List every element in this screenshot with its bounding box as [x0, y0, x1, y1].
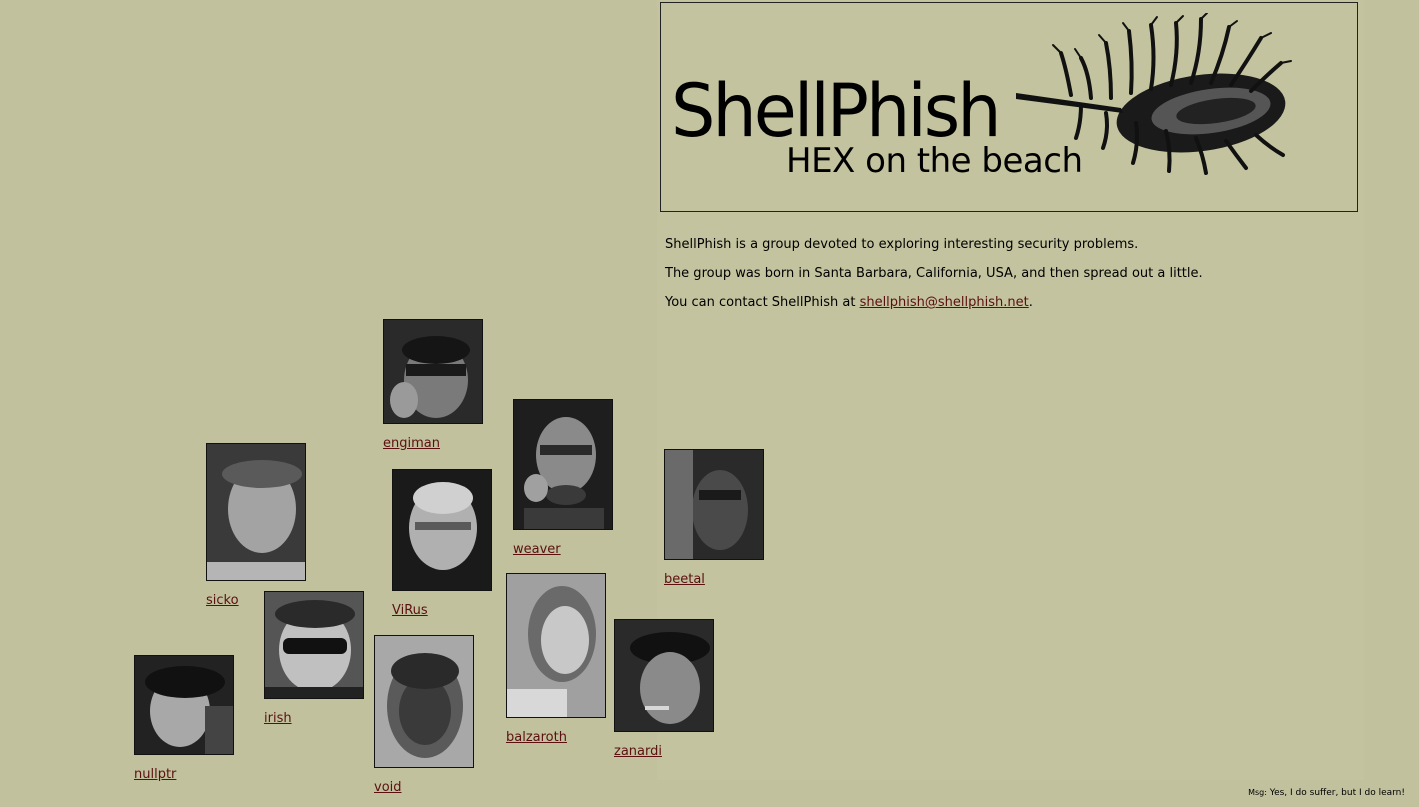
member-photo-weaver[interactable] [513, 399, 613, 530]
footer-message-text: Yes, I do suffer, but I do learn! [1269, 788, 1405, 798]
shell-logo-illustration [1016, 13, 1292, 175]
intro-line-2: The group was born in Santa Barbara, Cal… [665, 266, 1203, 281]
intro-text: ShellPhish is a group devoted to explori… [665, 236, 1203, 323]
member-virus: ViRus [392, 469, 492, 618]
member-link-zanardi[interactable]: zanardi [614, 744, 662, 759]
member-photo-void[interactable] [374, 635, 474, 768]
member-photo-nullptr[interactable] [134, 655, 234, 755]
member-photo-engiman[interactable] [383, 319, 483, 424]
member-balzaroth: balzaroth [506, 573, 606, 745]
member-irish: irish [264, 591, 364, 726]
member-link-nullptr[interactable]: nullptr [134, 767, 176, 782]
intro-line-1: ShellPhish is a group devoted to explori… [665, 237, 1139, 252]
halftone-portrait [135, 656, 233, 754]
member-weaver: weaver [513, 399, 613, 557]
member-link-weaver[interactable]: weaver [513, 542, 561, 557]
intro-contact: You can contact ShellPhish at shellphish… [665, 294, 1203, 311]
halftone-portrait [615, 620, 713, 731]
member-photo-sicko[interactable] [206, 443, 306, 581]
site-banner: ShellPhish HEX on the beach [660, 2, 1358, 212]
contact-email-link[interactable]: shellphish@shellphish.net [860, 295, 1029, 310]
halftone-portrait [514, 400, 612, 529]
footer-message-label: Msg: [1248, 788, 1267, 797]
member-engiman: engiman [383, 319, 483, 451]
member-link-beetal[interactable]: beetal [664, 572, 705, 587]
member-void: void [374, 635, 474, 795]
member-link-sicko[interactable]: sicko [206, 593, 239, 608]
member-sicko: sicko [206, 443, 306, 608]
halftone-portrait [375, 636, 473, 767]
member-link-virus[interactable]: ViRus [392, 603, 428, 618]
member-photo-irish[interactable] [264, 591, 364, 699]
halftone-portrait [393, 470, 491, 590]
halftone-portrait [207, 444, 305, 580]
member-photo-zanardi[interactable] [614, 619, 714, 732]
member-nullptr: nullptr [134, 655, 234, 782]
member-link-void[interactable]: void [374, 780, 402, 795]
member-photo-balzaroth[interactable] [506, 573, 606, 718]
halftone-portrait [384, 320, 482, 423]
halftone-portrait [665, 450, 763, 559]
member-link-balzaroth[interactable]: balzaroth [506, 730, 567, 745]
member-zanardi: zanardi [614, 619, 714, 759]
contact-suffix: . [1028, 295, 1033, 310]
member-photo-virus[interactable] [392, 469, 492, 591]
member-link-engiman[interactable]: engiman [383, 436, 440, 451]
footer-message: Msg: Yes, I do suffer, but I do learn! [1248, 787, 1405, 799]
member-link-irish[interactable]: irish [264, 711, 292, 726]
halftone-portrait [507, 574, 605, 717]
member-photo-beetal[interactable] [664, 449, 764, 560]
contact-prefix: You can contact ShellPhish at [665, 295, 860, 310]
halftone-portrait [265, 592, 363, 698]
member-beetal: beetal [664, 449, 764, 587]
